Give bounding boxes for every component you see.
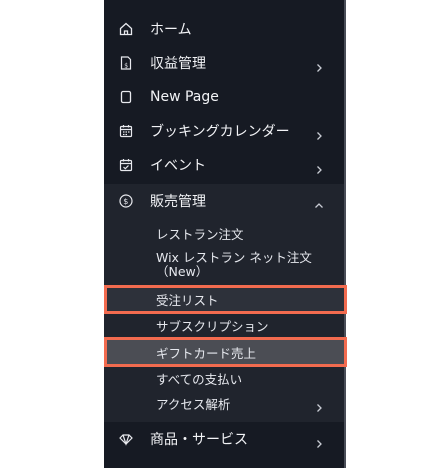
- sidebar-item-events[interactable]: イベント: [104, 148, 344, 182]
- svg-text:$: $: [124, 63, 128, 70]
- sub-item-label: ギフトカード売上: [156, 345, 257, 361]
- chevron-right-icon: [314, 398, 324, 412]
- revenue-icon: $: [118, 55, 134, 71]
- sidebar-item-sales[interactable]: $ 販売管理: [104, 184, 344, 218]
- chevron-right-icon: [314, 58, 324, 72]
- sub-item-label: 受注リスト: [156, 292, 219, 308]
- sidebar-item-label: ブッキングカレンダー: [150, 124, 290, 140]
- dollar-circle-icon: $: [118, 193, 134, 209]
- sidebar-item-revenue[interactable]: $ 収益管理: [104, 46, 344, 80]
- sub-item-analytics[interactable]: アクセス解析: [104, 392, 344, 414]
- sub-item-wix-restaurant-orders[interactable]: Wix レストラン ネット注文（New）: [104, 249, 344, 281]
- sub-item-restaurant-orders[interactable]: レストラン注文: [104, 222, 344, 244]
- sub-item-label: すべての支払い: [156, 371, 243, 387]
- sidebar-item-label: 販売管理: [150, 194, 206, 210]
- sidebar-item-home[interactable]: ホーム: [104, 12, 344, 46]
- sub-item-label: アクセス解析: [156, 396, 231, 412]
- chevron-right-icon: [314, 126, 324, 140]
- sidebar-item-booking-calendar[interactable]: ブッキングカレンダー: [104, 114, 344, 148]
- calendar-icon: [118, 123, 134, 139]
- sidebar-item-products-services[interactable]: 商品・サービス: [104, 422, 344, 456]
- sidebar-item-new-page[interactable]: New Page: [104, 80, 344, 114]
- sub-item-all-payments[interactable]: すべての支払い: [104, 367, 344, 389]
- scrollbar-edge: [344, 0, 346, 468]
- home-icon: [118, 21, 134, 37]
- chevron-right-icon: [314, 160, 324, 174]
- sub-item-gift-card-sales[interactable]: ギフトカード売上: [104, 339, 344, 365]
- sidebar-item-label: ホーム: [150, 22, 192, 38]
- sub-item-label: サブスクリプション: [156, 318, 269, 334]
- sub-item-order-list[interactable]: 受注リスト: [104, 287, 344, 311]
- event-calendar-icon: [118, 157, 134, 173]
- svg-text:$: $: [123, 197, 128, 206]
- chevron-up-icon: [314, 196, 324, 208]
- sub-item-subscriptions[interactable]: サブスクリプション: [104, 314, 344, 336]
- sidebar: ホーム $ 収益管理 New Page ブッキングカレンダー イベント $ 販売…: [104, 0, 344, 468]
- sub-item-label: レストラン注文: [156, 226, 244, 242]
- sidebar-item-label: 商品・サービス: [150, 432, 248, 448]
- sub-item-label: Wix レストラン ネット注文（New）: [156, 250, 312, 279]
- sidebar-item-label: New Page: [150, 89, 219, 105]
- sidebar-item-label: 収益管理: [150, 56, 206, 72]
- sidebar-item-label: イベント: [150, 158, 206, 174]
- products-icon: [118, 431, 134, 447]
- chevron-right-icon: [314, 434, 324, 448]
- page-icon: [118, 89, 134, 105]
